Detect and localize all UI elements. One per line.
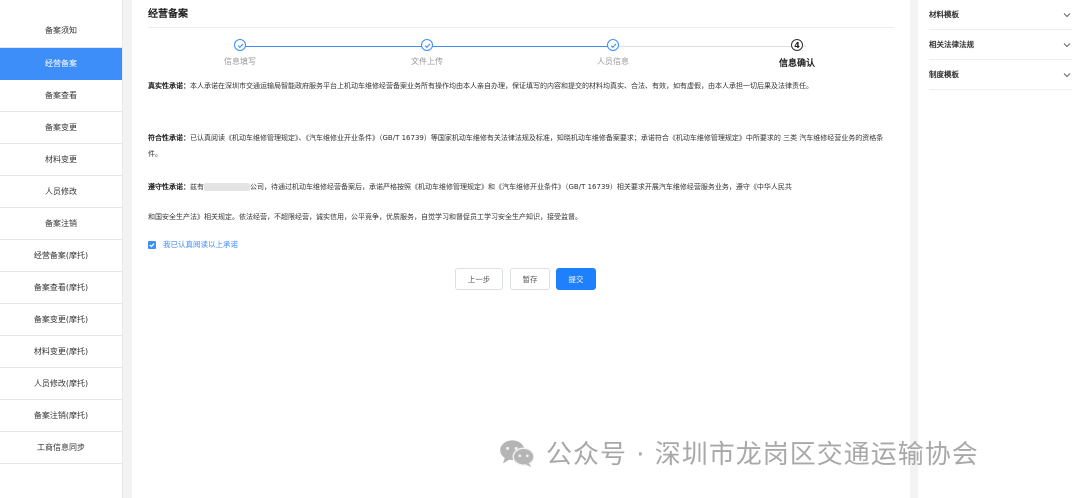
wechat-watermark: 公众号 · 深圳市龙岗区交通运输协会 [498, 434, 979, 471]
save-draft-button[interactable]: 暂存 [510, 268, 550, 290]
check-icon [607, 39, 619, 51]
truth-commitment: 真实性承诺：本人承诺在深圳市交通运输局智能政府服务平台上机动车维修经营备案业务所… [148, 78, 893, 94]
compliance-commitment-text: 已认真阅读《机动车维修管理规定》、《汽车维修业开业条件》（GB/T 16739）… [148, 134, 884, 158]
truth-commitment-title: 真实性承诺： [148, 82, 190, 90]
sidebar-item-staff-edit[interactable]: 人员修改 [0, 176, 122, 208]
check-icon [234, 39, 246, 51]
obey-commitment-prefix: 兹有 [190, 183, 204, 191]
step-label: 信息确认 [778, 59, 815, 69]
compliance-commitment: 符合性承诺：已认真阅读《机动车维修管理规定》、《汽车维修业开业条件》（GB/T … [148, 130, 893, 162]
agree-checkbox[interactable]: 我已认真阅读以上承诺 [148, 239, 238, 250]
step-label: 文件上传 [411, 57, 443, 66]
step-4: 4 信息确认 [747, 36, 847, 69]
obey-commitment-cont: 和国安全生产法》相关规定。依法经营，不超限经营，诚实信用，公平竞争，优质服务，自… [148, 209, 893, 225]
step-2: 文件上传 [377, 36, 477, 67]
sidebar-item-filing-change[interactable]: 备案变更 [0, 112, 122, 144]
sidebar-item-material-change-moto[interactable]: 材料变更(摩托) [0, 336, 122, 368]
sidebar-item-filing-view-moto[interactable]: 备案查看(摩托) [0, 272, 122, 304]
sidebar-item-filing-notice[interactable]: 备案须知 [0, 0, 122, 48]
submit-button[interactable]: 提交 [556, 268, 596, 290]
step-label: 人员信息 [597, 57, 629, 66]
right-panel: 材料模板 相关法律法规 制度模板 [918, 0, 1080, 498]
compliance-commitment-title: 符合性承诺： [148, 134, 190, 142]
sidebar-item-filing-cancel[interactable]: 备案注销 [0, 208, 122, 240]
title-divider [148, 27, 894, 28]
accordion-laws-regulations[interactable]: 相关法律法规 [929, 30, 1072, 60]
step-3: 人员信息 [563, 36, 663, 67]
obey-commitment: 遵守性承诺：兹有 公司，待通过机动车维修经营备案后，承诺严格按照《机动车维修管理规… [148, 182, 893, 193]
chevron-down-icon [1063, 12, 1071, 17]
sidebar-item-filing-change-moto[interactable]: 备案变更(摩托) [0, 304, 122, 336]
sidebar-item-filing-cancel-moto[interactable]: 备案注销(摩托) [0, 400, 122, 432]
wechat-icon [500, 439, 535, 467]
sidebar-item-business-filing[interactable]: 经营备案 [0, 48, 122, 80]
page-title: 经营备案 [148, 9, 188, 20]
sidebar: 备案须知 经营备案 备案查看 备案变更 材料变更 人员修改 备案注销 经营备案(… [0, 0, 123, 498]
step-progress: 信息填写 文件上传 人员信息 4 信息确认 [148, 36, 893, 74]
obey-commitment-text-1: 公司，待通过机动车维修经营备案后，承诺严格按照《机动车维修管理规定》和《汽车维修… [250, 183, 792, 191]
accordion-policy-templates[interactable]: 制度模板 [929, 60, 1072, 90]
check-icon [421, 39, 433, 51]
redacted-company-name [204, 183, 250, 191]
accordion-material-templates[interactable]: 材料模板 [929, 0, 1072, 30]
obey-commitment-title: 遵守性承诺： [148, 183, 190, 191]
sidebar-item-staff-edit-moto[interactable]: 人员修改(摩托) [0, 368, 122, 400]
truth-commitment-text: 本人承诺在深圳市交通运输局智能政府服务平台上机动车维修经营备案业务所有操作均由本… [190, 82, 813, 90]
watermark-text: 公众号 · 深圳市龙岗区交通运输协会 [546, 440, 979, 470]
checkbox-checked-icon[interactable] [148, 240, 156, 249]
sidebar-item-business-info-sync[interactable]: 工商信息同步 [0, 432, 122, 464]
chevron-down-icon [1063, 72, 1071, 77]
sidebar-item-business-filing-moto[interactable]: 经营备案(摩托) [0, 240, 122, 272]
main-panel: 经营备案 信息填写 文件上传 人员信息 4 信息确认 真实性承诺：本人承诺在深圳… [132, 0, 910, 498]
prev-step-button[interactable]: 上一步 [455, 268, 503, 290]
sidebar-item-material-change[interactable]: 材料变更 [0, 144, 122, 176]
step-1: 信息填写 [190, 36, 290, 67]
sidebar-item-filing-view[interactable]: 备案查看 [0, 80, 122, 112]
step-number: 4 [791, 39, 803, 51]
obey-commitment-text-2: 和国安全生产法》相关规定。依法经营，不超限经营，诚实信用，公平竞争，优质服务，自… [148, 213, 582, 221]
agree-label: 我已认真阅读以上承诺 [163, 240, 238, 249]
step-label: 信息填写 [224, 57, 256, 66]
chevron-down-icon [1063, 42, 1071, 47]
